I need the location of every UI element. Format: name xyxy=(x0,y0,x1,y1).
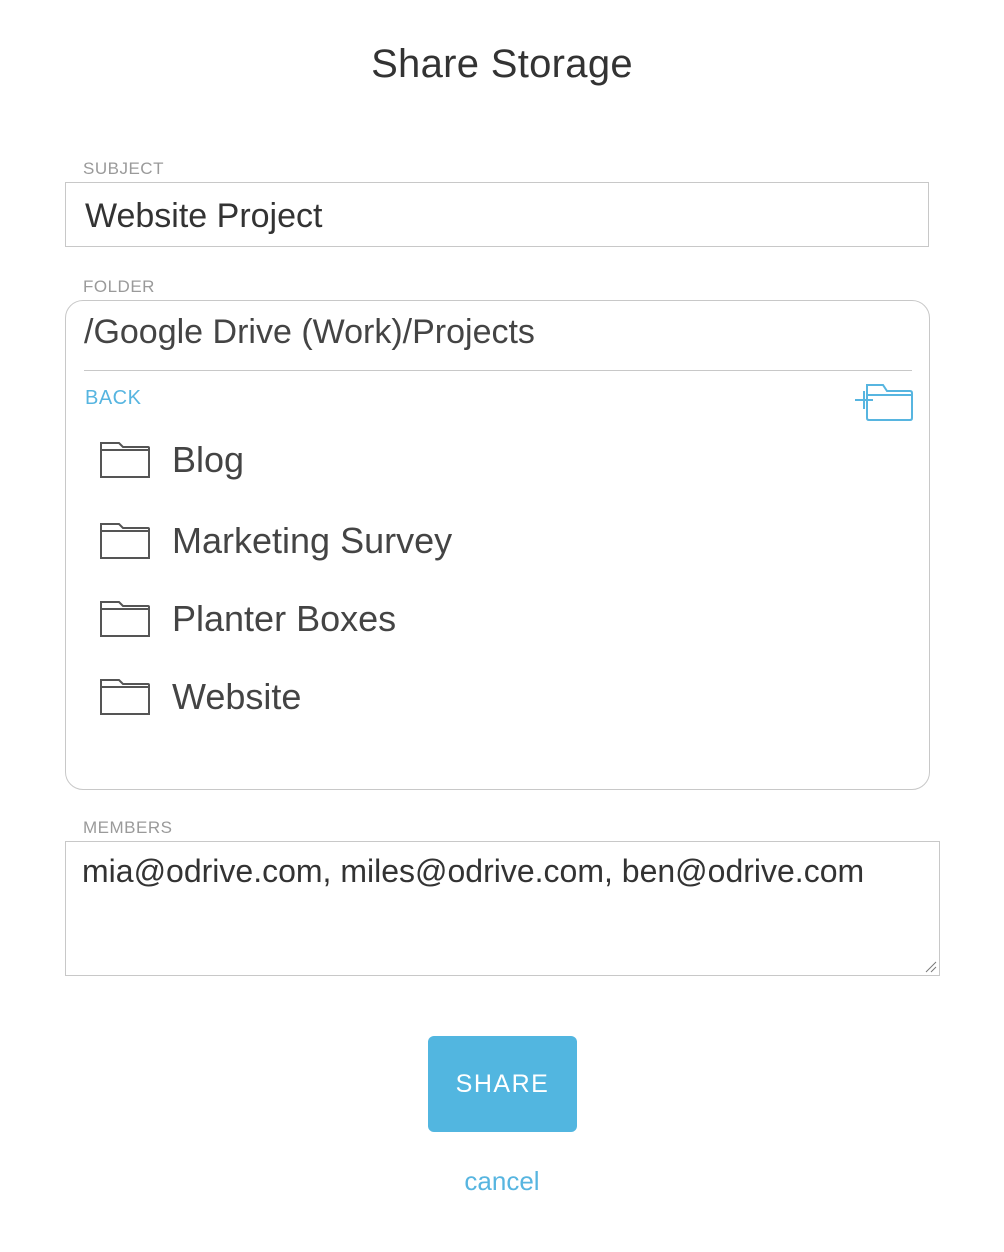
folder-divider xyxy=(84,370,912,371)
subject-label: SUBJECT xyxy=(83,159,164,178)
back-link[interactable]: BACK xyxy=(85,387,141,410)
folder-path[interactable]: /Google Drive (Work)/Projects xyxy=(84,313,535,352)
new-folder-icon xyxy=(855,384,913,421)
folder-icon xyxy=(100,523,150,559)
dialog-title: Share Storage xyxy=(371,42,633,86)
folder-picker: /Google Drive (Work)/Projects BACK Blog xyxy=(65,300,930,790)
folder-label: FOLDER xyxy=(83,277,155,296)
resize-grip-icon[interactable] xyxy=(923,959,937,973)
folder-name: Website xyxy=(172,676,302,717)
folder-icon xyxy=(100,442,150,478)
folder-name: Planter Boxes xyxy=(172,598,397,639)
folder-item-blog[interactable]: Blog xyxy=(99,435,799,485)
subject-input[interactable]: Website Project xyxy=(65,182,929,247)
members-label: MEMBERS xyxy=(83,818,173,837)
folder-icon xyxy=(100,679,150,715)
members-value: mia@odrive.com, miles@odrive.com, ben@od… xyxy=(82,853,865,889)
new-folder-button[interactable] xyxy=(853,383,913,423)
folder-name: Marketing Survey xyxy=(172,520,453,561)
members-textarea[interactable]: mia@odrive.com, miles@odrive.com, ben@od… xyxy=(65,841,940,976)
folder-name: Blog xyxy=(172,439,245,480)
folder-item-website[interactable]: Website xyxy=(99,672,799,722)
folder-item-planter-boxes[interactable]: Planter Boxes xyxy=(99,594,799,644)
share-button[interactable]: SHARE xyxy=(428,1036,577,1132)
folder-item-marketing-survey[interactable]: Marketing Survey xyxy=(99,516,799,566)
folder-icon xyxy=(100,601,150,637)
cancel-link[interactable]: cancel xyxy=(0,1166,1004,1197)
